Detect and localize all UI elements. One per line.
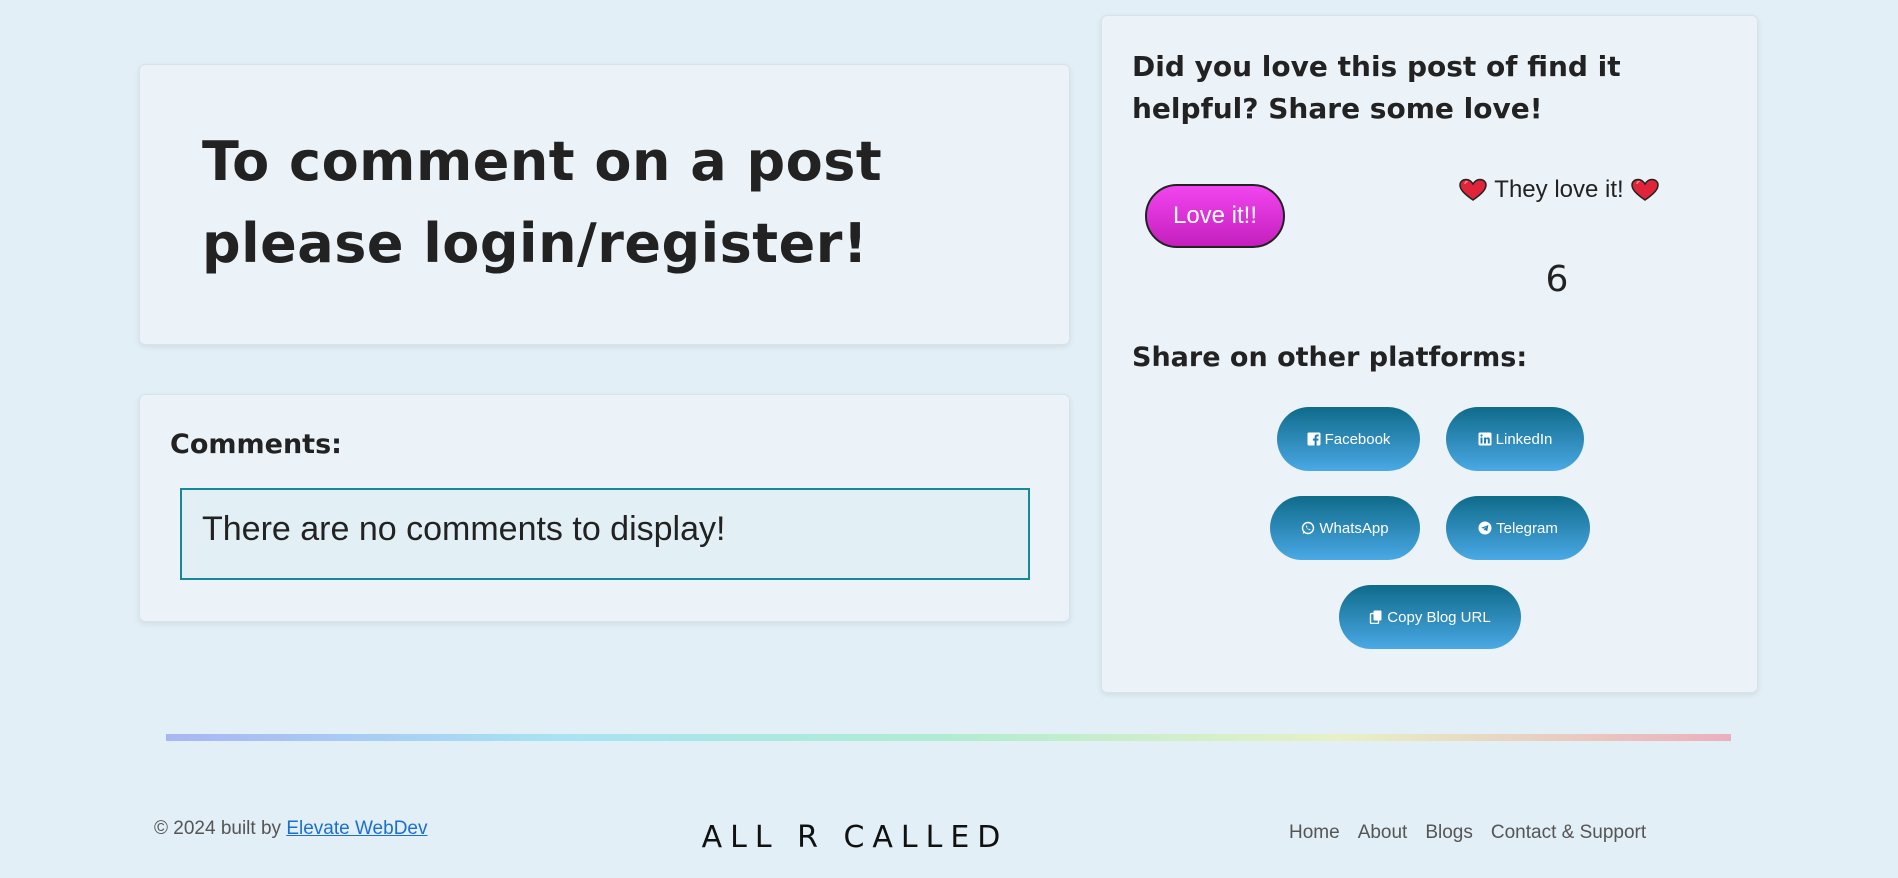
heart-icon [1459,178,1488,201]
whatsapp-icon [1302,521,1315,535]
love-count: 6 [1545,259,1569,300]
share-platforms-heading: Share on other platforms: [1132,342,1528,373]
comments-card: Comments: There are no comments to displ… [139,394,1070,622]
elevate-webdev-link[interactable]: Elevate WebDev [286,818,427,839]
share-card: Did you love this post of find it helpfu… [1101,15,1758,693]
share-telegram-button[interactable]: Telegram [1446,496,1590,560]
share-linkedin-label: LinkedIn [1495,430,1553,448]
comments-heading: Comments: [170,429,342,460]
heart-icon [1630,178,1659,201]
linkedin-icon [1478,432,1492,446]
login-prompt-card: To comment on a post please login/regist… [139,64,1070,345]
footer-nav-home[interactable]: Home [1289,822,1340,844]
login-prompt-heading: To comment on a post please login/regist… [202,130,883,275]
footer-nav-blogs[interactable]: Blogs [1425,822,1473,844]
love-it-button[interactable]: Love it!! [1145,184,1285,248]
copy-blog-url-label: Copy Blog URL [1387,608,1491,626]
footer-divider [166,734,1731,741]
no-comments-message: There are no comments to display! [180,488,1030,580]
copyright-prefix: © 2024 built by [154,818,282,839]
share-facebook-button[interactable]: Facebook [1277,407,1420,471]
love-status-text: They love it! [1494,176,1624,203]
love-status: They love it! [1449,176,1669,204]
copy-icon [1370,610,1382,624]
brand-logo[interactable]: ALL R CALLED [700,820,1010,855]
love-heading: Did you love this post of find it helpfu… [1132,50,1621,125]
facebook-icon [1307,432,1321,446]
copy-blog-url-button[interactable]: Copy Blog URL [1339,585,1521,649]
telegram-icon [1478,521,1492,535]
footer-nav: Home About Blogs Contact & Support [1289,822,1646,844]
share-whatsapp-button[interactable]: WhatsApp [1270,496,1420,560]
footer-nav-about[interactable]: About [1358,822,1408,844]
copyright-text: © 2024 built by Elevate WebDev [154,818,427,840]
share-facebook-label: Facebook [1324,430,1391,448]
share-whatsapp-label: WhatsApp [1319,519,1389,537]
footer-nav-contact[interactable]: Contact & Support [1491,822,1646,844]
share-telegram-label: Telegram [1496,519,1558,537]
share-linkedin-button[interactable]: LinkedIn [1446,407,1584,471]
